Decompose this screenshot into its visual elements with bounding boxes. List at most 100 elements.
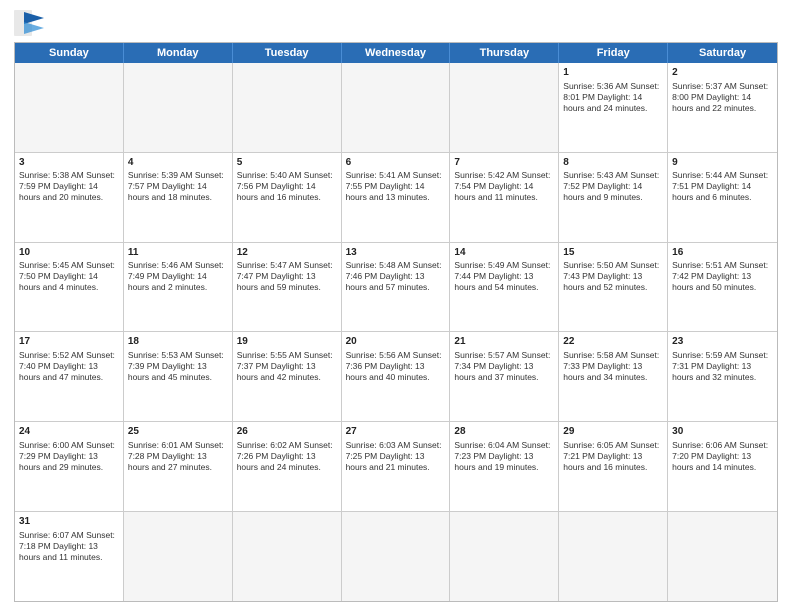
calendar-day-17: 17Sunrise: 5:52 AM Sunset: 7:40 PM Dayli… [15,332,124,421]
day-info: Sunrise: 5:41 AM Sunset: 7:55 PM Dayligh… [346,170,446,203]
day-info: Sunrise: 5:46 AM Sunset: 7:49 PM Dayligh… [128,260,228,293]
calendar-day-19: 19Sunrise: 5:55 AM Sunset: 7:37 PM Dayli… [233,332,342,421]
calendar-week-3: 10Sunrise: 5:45 AM Sunset: 7:50 PM Dayli… [15,243,777,333]
day-info: Sunrise: 5:39 AM Sunset: 7:57 PM Dayligh… [128,170,228,203]
day-header-thursday: Thursday [450,43,559,63]
calendar-empty-cell [124,512,233,601]
calendar-day-22: 22Sunrise: 5:58 AM Sunset: 7:33 PM Dayli… [559,332,668,421]
calendar-empty-cell [450,63,559,152]
calendar-empty-cell [233,63,342,152]
calendar-day-7: 7Sunrise: 5:42 AM Sunset: 7:54 PM Daylig… [450,153,559,242]
calendar-week-6: 31Sunrise: 6:07 AM Sunset: 7:18 PM Dayli… [15,512,777,601]
day-number: 21 [454,335,554,349]
calendar-day-31: 31Sunrise: 6:07 AM Sunset: 7:18 PM Dayli… [15,512,124,601]
day-number: 12 [237,246,337,260]
day-number: 10 [19,246,119,260]
day-number: 20 [346,335,446,349]
day-number: 15 [563,246,663,260]
day-info: Sunrise: 5:47 AM Sunset: 7:47 PM Dayligh… [237,260,337,293]
header [14,10,778,36]
calendar-day-28: 28Sunrise: 6:04 AM Sunset: 7:23 PM Dayli… [450,422,559,511]
day-info: Sunrise: 5:51 AM Sunset: 7:42 PM Dayligh… [672,260,773,293]
calendar-day-9: 9Sunrise: 5:44 AM Sunset: 7:51 PM Daylig… [668,153,777,242]
calendar-empty-cell [342,63,451,152]
calendar-day-12: 12Sunrise: 5:47 AM Sunset: 7:47 PM Dayli… [233,243,342,332]
day-info: Sunrise: 5:43 AM Sunset: 7:52 PM Dayligh… [563,170,663,203]
calendar-body: 1Sunrise: 5:36 AM Sunset: 8:01 PM Daylig… [15,63,777,601]
day-number: 17 [19,335,119,349]
calendar-empty-cell [450,512,559,601]
calendar-empty-cell [559,512,668,601]
calendar-day-23: 23Sunrise: 5:59 AM Sunset: 7:31 PM Dayli… [668,332,777,421]
calendar-day-20: 20Sunrise: 5:56 AM Sunset: 7:36 PM Dayli… [342,332,451,421]
day-info: Sunrise: 5:53 AM Sunset: 7:39 PM Dayligh… [128,350,228,383]
day-info: Sunrise: 6:00 AM Sunset: 7:29 PM Dayligh… [19,440,119,473]
day-number: 19 [237,335,337,349]
calendar-week-2: 3Sunrise: 5:38 AM Sunset: 7:59 PM Daylig… [15,153,777,243]
day-info: Sunrise: 5:37 AM Sunset: 8:00 PM Dayligh… [672,81,773,114]
day-number: 31 [19,515,119,529]
day-number: 22 [563,335,663,349]
day-info: Sunrise: 5:38 AM Sunset: 7:59 PM Dayligh… [19,170,119,203]
calendar-day-18: 18Sunrise: 5:53 AM Sunset: 7:39 PM Dayli… [124,332,233,421]
calendar-day-29: 29Sunrise: 6:05 AM Sunset: 7:21 PM Dayli… [559,422,668,511]
day-number: 1 [563,66,663,80]
calendar-day-5: 5Sunrise: 5:40 AM Sunset: 7:56 PM Daylig… [233,153,342,242]
day-number: 5 [237,156,337,170]
calendar-header-row: SundayMondayTuesdayWednesdayThursdayFrid… [15,43,777,63]
day-number: 23 [672,335,773,349]
day-header-wednesday: Wednesday [342,43,451,63]
day-number: 7 [454,156,554,170]
day-info: Sunrise: 5:57 AM Sunset: 7:34 PM Dayligh… [454,350,554,383]
day-number: 27 [346,425,446,439]
calendar-day-11: 11Sunrise: 5:46 AM Sunset: 7:49 PM Dayli… [124,243,233,332]
day-info: Sunrise: 6:05 AM Sunset: 7:21 PM Dayligh… [563,440,663,473]
day-number: 29 [563,425,663,439]
calendar-day-21: 21Sunrise: 5:57 AM Sunset: 7:34 PM Dayli… [450,332,559,421]
day-info: Sunrise: 6:03 AM Sunset: 7:25 PM Dayligh… [346,440,446,473]
calendar-day-16: 16Sunrise: 5:51 AM Sunset: 7:42 PM Dayli… [668,243,777,332]
day-number: 13 [346,246,446,260]
day-info: Sunrise: 6:04 AM Sunset: 7:23 PM Dayligh… [454,440,554,473]
calendar-day-30: 30Sunrise: 6:06 AM Sunset: 7:20 PM Dayli… [668,422,777,511]
day-info: Sunrise: 6:06 AM Sunset: 7:20 PM Dayligh… [672,440,773,473]
calendar-day-6: 6Sunrise: 5:41 AM Sunset: 7:55 PM Daylig… [342,153,451,242]
day-info: Sunrise: 5:45 AM Sunset: 7:50 PM Dayligh… [19,260,119,293]
calendar-day-10: 10Sunrise: 5:45 AM Sunset: 7:50 PM Dayli… [15,243,124,332]
day-number: 25 [128,425,228,439]
day-info: Sunrise: 6:01 AM Sunset: 7:28 PM Dayligh… [128,440,228,473]
day-number: 18 [128,335,228,349]
day-number: 8 [563,156,663,170]
day-number: 2 [672,66,773,80]
calendar-week-1: 1Sunrise: 5:36 AM Sunset: 8:01 PM Daylig… [15,63,777,153]
day-number: 26 [237,425,337,439]
calendar-day-27: 27Sunrise: 6:03 AM Sunset: 7:25 PM Dayli… [342,422,451,511]
day-header-friday: Friday [559,43,668,63]
logo [14,10,50,36]
day-header-sunday: Sunday [15,43,124,63]
day-header-monday: Monday [124,43,233,63]
calendar: SundayMondayTuesdayWednesdayThursdayFrid… [14,42,778,602]
calendar-week-4: 17Sunrise: 5:52 AM Sunset: 7:40 PM Dayli… [15,332,777,422]
calendar-day-26: 26Sunrise: 6:02 AM Sunset: 7:26 PM Dayli… [233,422,342,511]
calendar-day-14: 14Sunrise: 5:49 AM Sunset: 7:44 PM Dayli… [450,243,559,332]
calendar-day-13: 13Sunrise: 5:48 AM Sunset: 7:46 PM Dayli… [342,243,451,332]
calendar-week-5: 24Sunrise: 6:00 AM Sunset: 7:29 PM Dayli… [15,422,777,512]
day-number: 11 [128,246,228,260]
day-number: 6 [346,156,446,170]
calendar-day-8: 8Sunrise: 5:43 AM Sunset: 7:52 PM Daylig… [559,153,668,242]
calendar-empty-cell [342,512,451,601]
calendar-day-3: 3Sunrise: 5:38 AM Sunset: 7:59 PM Daylig… [15,153,124,242]
day-info: Sunrise: 6:02 AM Sunset: 7:26 PM Dayligh… [237,440,337,473]
day-info: Sunrise: 5:42 AM Sunset: 7:54 PM Dayligh… [454,170,554,203]
day-info: Sunrise: 5:36 AM Sunset: 8:01 PM Dayligh… [563,81,663,114]
day-info: Sunrise: 6:07 AM Sunset: 7:18 PM Dayligh… [19,530,119,563]
calendar-day-25: 25Sunrise: 6:01 AM Sunset: 7:28 PM Dayli… [124,422,233,511]
calendar-empty-cell [124,63,233,152]
calendar-day-24: 24Sunrise: 6:00 AM Sunset: 7:29 PM Dayli… [15,422,124,511]
day-header-tuesday: Tuesday [233,43,342,63]
day-info: Sunrise: 5:48 AM Sunset: 7:46 PM Dayligh… [346,260,446,293]
calendar-empty-cell [233,512,342,601]
day-number: 24 [19,425,119,439]
calendar-empty-cell [668,512,777,601]
